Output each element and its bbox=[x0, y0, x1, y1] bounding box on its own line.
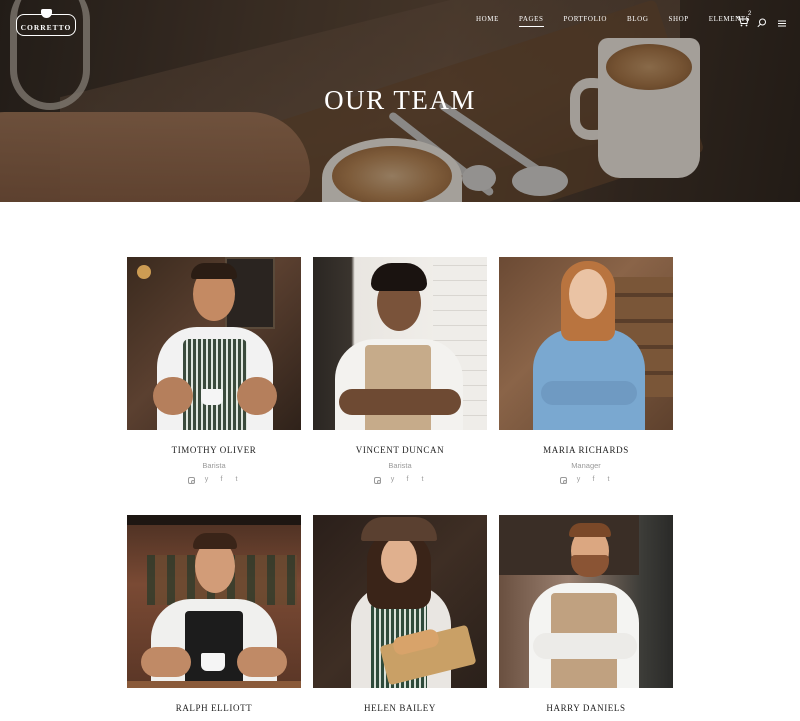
team-member-card: HELEN BAILEY bbox=[313, 515, 487, 713]
hero-banner: OUR TEAM bbox=[0, 0, 800, 202]
page-title: OUR TEAM bbox=[324, 85, 476, 115]
team-member-role: Barista bbox=[202, 461, 226, 470]
team-member-photo[interactable] bbox=[127, 257, 301, 430]
team-member-card: VINCENT DUNCAN Barista y f t bbox=[313, 257, 487, 484]
facebook-icon[interactable]: f bbox=[404, 476, 411, 484]
tumblr-icon[interactable]: t bbox=[605, 476, 612, 484]
team-member-card: HARRY DANIELS bbox=[499, 515, 673, 713]
nav-item-portfolio[interactable]: PORTFOLIO bbox=[564, 15, 607, 27]
team-member-photo[interactable] bbox=[499, 257, 673, 430]
instagram-icon[interactable] bbox=[188, 477, 195, 484]
coffee-cup-icon bbox=[41, 9, 52, 18]
team-member-name: TIMOTHY OLIVER bbox=[171, 445, 257, 455]
main-nav: HOME PAGES PORTFOLIO BLOG SHOP ELEMENTS bbox=[476, 15, 770, 27]
team-member-role: Manager bbox=[571, 461, 601, 470]
cart-count: 2 bbox=[748, 11, 752, 17]
menu-icon[interactable] bbox=[777, 15, 787, 27]
nav-item-blog[interactable]: BLOG bbox=[627, 15, 648, 27]
instagram-icon[interactable] bbox=[560, 477, 567, 484]
team-member-socials: y f t bbox=[313, 476, 487, 484]
twitter-icon[interactable]: y bbox=[203, 476, 210, 484]
tumblr-icon[interactable]: t bbox=[233, 476, 240, 484]
facebook-icon[interactable]: f bbox=[218, 476, 225, 484]
team-member-name: HARRY DANIELS bbox=[546, 703, 626, 713]
twitter-icon[interactable]: y bbox=[575, 476, 582, 484]
nav-item-pages[interactable]: PAGES bbox=[519, 15, 544, 27]
team-member-photo[interactable] bbox=[313, 257, 487, 430]
twitter-icon[interactable]: y bbox=[389, 476, 396, 484]
team-member-role: Barista bbox=[388, 461, 412, 470]
nav-item-home[interactable]: HOME bbox=[476, 15, 499, 27]
team-member-socials: y f t bbox=[127, 476, 301, 484]
team-member-card: RALPH ELLIOTT bbox=[127, 515, 301, 713]
tumblr-icon[interactable]: t bbox=[419, 476, 426, 484]
team-member-socials: y f t bbox=[499, 476, 673, 484]
team-member-name: VINCENT DUNCAN bbox=[355, 445, 445, 455]
instagram-icon[interactable] bbox=[374, 477, 381, 484]
team-member-name: HELEN BAILEY bbox=[364, 703, 436, 713]
team-member-photo[interactable] bbox=[313, 515, 487, 688]
site-logo[interactable]: CORRETTO bbox=[16, 9, 76, 36]
logo-text: CORRETTO bbox=[20, 23, 72, 32]
cart-icon[interactable]: 2 bbox=[737, 11, 752, 27]
team-member-name: RALPH ELLIOTT bbox=[175, 703, 253, 713]
nav-item-shop[interactable]: SHOP bbox=[669, 15, 689, 27]
team-member-photo[interactable] bbox=[127, 515, 301, 688]
team-member-name: MARIA RICHARDS bbox=[543, 445, 629, 455]
facebook-icon[interactable]: f bbox=[590, 476, 597, 484]
team-member-card: MARIA RICHARDS Manager y f t bbox=[499, 257, 673, 484]
team-member-photo[interactable] bbox=[499, 515, 673, 688]
header-icons: 2 bbox=[737, 11, 787, 28]
team-member-card: TIMOTHY OLIVER Barista y f t bbox=[127, 257, 301, 484]
search-icon[interactable] bbox=[757, 15, 767, 28]
